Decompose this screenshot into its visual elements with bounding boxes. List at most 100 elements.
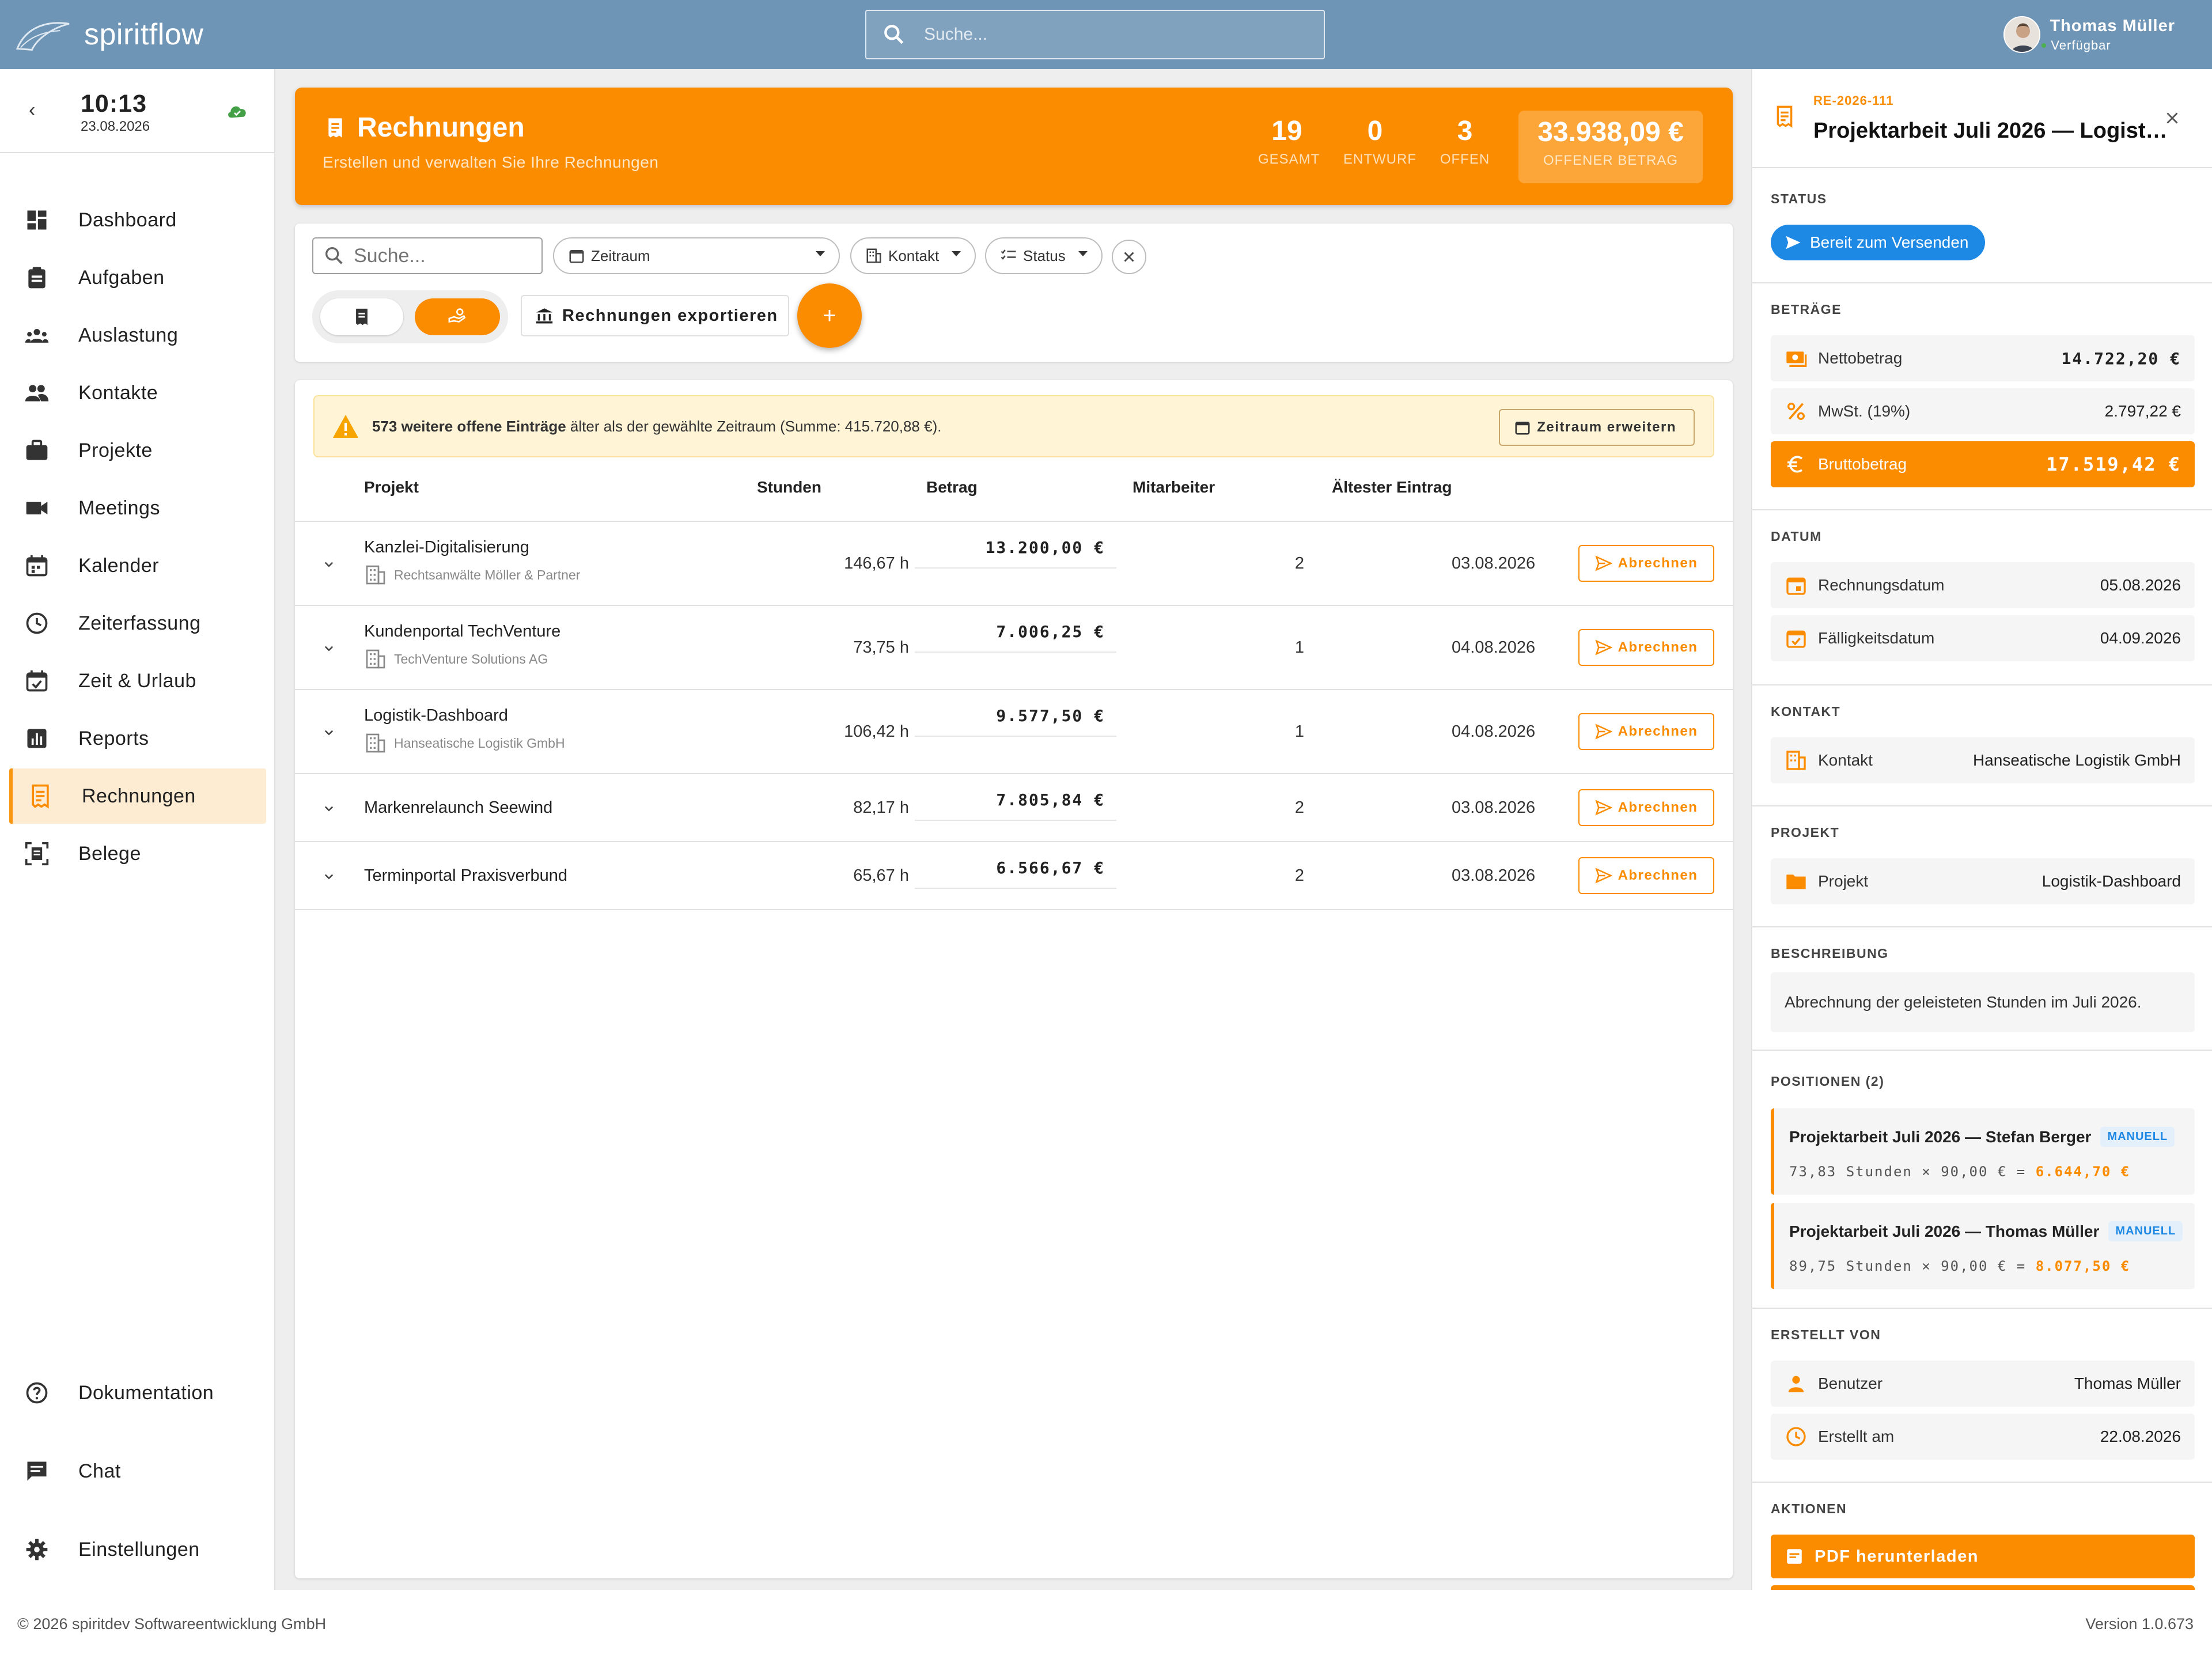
- hours-value: 106,42 h: [844, 722, 909, 741]
- employee-count: 1: [1294, 638, 1305, 657]
- page-header-card: Rechnungen Erstellen und verwalten Sie I…: [295, 88, 1733, 205]
- table-row[interactable]: Logistik-Dashboard Hanseatische Logistik…: [295, 689, 1733, 773]
- open-entries-view-toggle[interactable]: [415, 298, 500, 335]
- export-invoices-button[interactable]: Rechnungen exportieren: [521, 295, 789, 336]
- chevron-down-icon[interactable]: [320, 639, 338, 657]
- client-name: Hanseatische Logistik GmbH: [364, 732, 565, 755]
- net-amount-row: Nettobetrag 14.722,20 €: [1771, 335, 2195, 381]
- column-header-stunden[interactable]: Stunden: [757, 478, 821, 497]
- close-icon[interactable]: [2162, 108, 2182, 128]
- global-search-input[interactable]: Suche...: [865, 10, 1325, 59]
- chevron-down-icon[interactable]: [320, 800, 338, 817]
- bill-button[interactable]: Abrechnen: [1578, 545, 1714, 582]
- column-header-betrag[interactable]: Betrag: [926, 478, 978, 497]
- sidebar-item-rechnungen[interactable]: Rechnungen: [9, 768, 266, 824]
- description-text: Abrechnung der geleisteten Stunden im Ju…: [1771, 972, 2195, 1032]
- pdf-icon: [1787, 1549, 1802, 1564]
- sidebar-item-chat[interactable]: Chat: [9, 1444, 266, 1499]
- section-created-by: ERSTELLT VON: [1771, 1327, 1881, 1342]
- chevron-down-icon[interactable]: [320, 724, 338, 741]
- contact-row[interactable]: Kontakt Hanseatische Logistik GmbH: [1771, 737, 2195, 783]
- oldest-entry-date: 04.08.2026: [1452, 722, 1536, 741]
- divider: [1752, 684, 2212, 685]
- clear-filters-button[interactable]: [1112, 240, 1146, 274]
- stat-draft: 0 ENTWURF: [1343, 116, 1416, 167]
- sidebar-item-auslastung[interactable]: Auslastung: [9, 308, 266, 363]
- sidebar-item-zeiterfassung[interactable]: Zeiterfassung: [9, 596, 266, 651]
- avatar: [2003, 16, 2041, 53]
- add-invoice-button[interactable]: +: [797, 283, 862, 348]
- bill-button[interactable]: Abrechnen: [1578, 713, 1714, 750]
- project-name: Markenrelaunch Seewind: [364, 798, 553, 817]
- collapse-sidebar-icon[interactable]: ‹: [29, 99, 35, 122]
- warning-icon: [333, 415, 358, 438]
- receipt-icon: [1777, 105, 1793, 128]
- sidebar-item-dashboard[interactable]: Dashboard: [9, 192, 266, 248]
- bill-button[interactable]: Abrechnen: [1578, 789, 1714, 826]
- oldest-entry-date: 03.08.2026: [1452, 798, 1536, 817]
- oldest-entry-date: 04.08.2026: [1452, 638, 1536, 657]
- created-at-row: Erstellt am 22.08.2026: [1771, 1414, 2195, 1460]
- table-row[interactable]: Markenrelaunch Seewind 82,17 h 7.805,84 …: [295, 773, 1733, 841]
- secondary-action-button[interactable]: [1771, 1585, 2195, 1590]
- sidebar-item-label: Rechnungen: [82, 785, 196, 807]
- cloud-sync-icon: [228, 106, 246, 118]
- sidebar-item-kontakte[interactable]: Kontakte: [9, 365, 266, 421]
- user-menu[interactable]: Thomas Müller Verfügbar: [2003, 16, 2175, 53]
- sidebar-item-zeit-urlaub[interactable]: Zeit & Urlaub: [9, 653, 266, 709]
- receipt-icon: [32, 784, 49, 809]
- bill-button[interactable]: Abrechnen: [1578, 857, 1714, 894]
- divider: [1752, 926, 2212, 927]
- clock-icon: [1786, 1427, 1806, 1446]
- column-header-aeltester-eintrag[interactable]: Ältester Eintrag: [1332, 478, 1452, 497]
- filter-card: Suche... Zeitraum Kontakt Status Rechnun…: [295, 224, 1733, 362]
- sidebar-item-kalender[interactable]: Kalender: [9, 538, 266, 593]
- period-filter[interactable]: Zeitraum: [553, 237, 840, 274]
- oldest-entry-date: 03.08.2026: [1452, 866, 1536, 885]
- position-item[interactable]: Projektarbeit Juli 2026 — Thomas Müller M…: [1771, 1203, 2195, 1289]
- status-filter[interactable]: Status: [985, 237, 1103, 274]
- chevron-down-icon[interactable]: [320, 555, 338, 573]
- building-icon: [366, 649, 385, 669]
- gross-amount-row: Bruttobetrag 17.519,42 €: [1771, 441, 2195, 487]
- invoice-search-input[interactable]: Suche...: [312, 237, 543, 274]
- calendar-icon: [569, 250, 584, 263]
- calendar-icon: [1515, 422, 1530, 435]
- contact-filter[interactable]: Kontakt: [850, 237, 976, 274]
- checklist-icon: [1001, 249, 1016, 260]
- table-row[interactable]: Kundenportal TechVenture TechVenture Sol…: [295, 605, 1733, 689]
- bill-button[interactable]: Abrechnen: [1578, 629, 1714, 666]
- view-toggle: [312, 290, 508, 343]
- sidebar-item-label: Meetings: [78, 497, 160, 519]
- sidebar-item-einstellungen[interactable]: Einstellungen: [9, 1522, 266, 1577]
- sidebar-item-belege[interactable]: Belege: [9, 826, 266, 881]
- sidebar-item-dokumentation[interactable]: Dokumentation: [9, 1365, 266, 1421]
- brand[interactable]: spiritflow: [15, 10, 203, 59]
- table-row[interactable]: Terminportal Praxisverbund 65,67 h 6.566…: [295, 841, 1733, 910]
- section-description: BESCHREIBUNG: [1771, 946, 1889, 961]
- project-row[interactable]: Projekt Logistik-Dashboard: [1771, 858, 2195, 904]
- invoice-view-toggle[interactable]: [320, 298, 403, 335]
- building-icon: [366, 733, 385, 753]
- due-date-row: Fälligkeitsdatum 04.09.2026: [1771, 615, 2195, 661]
- section-positions: POSITIONEN (2): [1771, 1074, 1885, 1089]
- extend-period-button[interactable]: Zeitraum erweitern: [1499, 409, 1695, 446]
- column-header-projekt[interactable]: Projekt: [364, 478, 419, 497]
- table-row[interactable]: Kanzlei-Digitalisierung Rechtsanwälte Mö…: [295, 521, 1733, 605]
- amount-value: 7.805,84 €: [915, 790, 1116, 821]
- sidebar-item-projekte[interactable]: Projekte: [9, 423, 266, 478]
- download-pdf-button[interactable]: PDF herunterladen: [1771, 1535, 2195, 1578]
- column-header-mitarbeiter[interactable]: Mitarbeiter: [1132, 478, 1215, 497]
- status-badge[interactable]: Bereit zum Versenden: [1771, 225, 1985, 260]
- position-item[interactable]: Projektarbeit Juli 2026 — Stefan Berger M…: [1771, 1108, 2195, 1195]
- chevron-down-icon[interactable]: [320, 868, 338, 885]
- global-search-placeholder: Suche...: [924, 25, 988, 44]
- sidebar-item-meetings[interactable]: Meetings: [9, 480, 266, 536]
- sidebar-item-reports[interactable]: Reports: [9, 711, 266, 766]
- clipboard-icon: [28, 267, 46, 289]
- sidebar-item-label: Projekte: [78, 439, 153, 461]
- building-icon: [366, 565, 385, 585]
- chat-icon: [27, 1461, 47, 1481]
- group-icon: [25, 329, 49, 343]
- sidebar-item-aufgaben[interactable]: Aufgaben: [9, 250, 266, 305]
